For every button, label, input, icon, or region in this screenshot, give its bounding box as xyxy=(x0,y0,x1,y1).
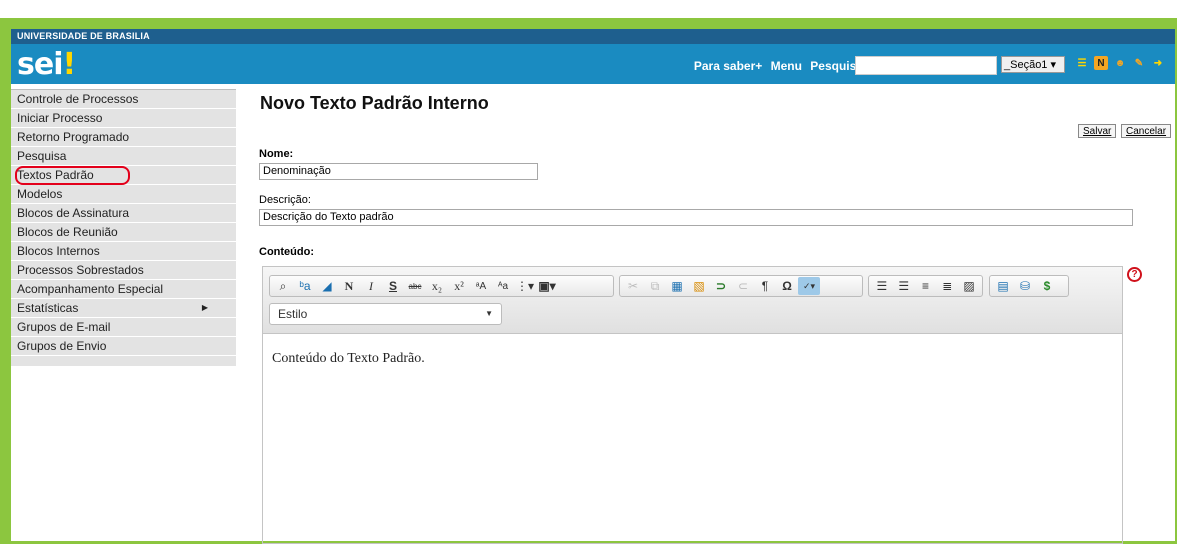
nome-label: Nome: xyxy=(259,148,294,160)
help-icon[interactable]: ? xyxy=(1127,267,1142,282)
sidebar-bottom xyxy=(11,356,236,366)
strikethrough-icon[interactable]: abc xyxy=(404,277,426,295)
editor-content[interactable]: Conteúdo do Texto Padrão. xyxy=(263,334,1122,384)
submenu-arrow-icon: ▶ xyxy=(201,303,208,312)
sidebar-item-blocos-de-reuniao[interactable]: Blocos de Reunião xyxy=(11,223,236,242)
sidebar-item-grupos-de-email[interactable]: Grupos de E-mail xyxy=(11,318,236,337)
logo-text: sei xyxy=(17,47,63,82)
frame-top xyxy=(0,18,1177,29)
spellcheck-icon[interactable]: ✓▾ xyxy=(798,277,820,295)
subscript-icon[interactable]: x₂ xyxy=(426,277,448,295)
sidebar-item-estatisticas[interactable]: Estatísticas ▶ xyxy=(11,299,236,318)
descricao-field[interactable]: Descrição do Texto padrão xyxy=(259,209,1133,226)
sidebar-item-label: Estatísticas xyxy=(17,301,79,315)
editor-toolbar: ⌕ ᵇa ◢ N I S abc x₂ x² ᵃA ᴬa ⋮▾ ▣▾ ✂ ⧉ ▦… xyxy=(263,267,1122,334)
sidebar-item-retorno-programado[interactable]: Retorno Programado xyxy=(11,128,236,147)
sidebar-item-modelos[interactable]: Modelos xyxy=(11,185,236,204)
uppercase-icon[interactable]: ᴬa xyxy=(492,277,514,295)
sidebar-item-blocos-de-assinatura[interactable]: Blocos de Assinatura xyxy=(11,204,236,223)
dollar-icon[interactable]: $ xyxy=(1036,277,1058,295)
user-icon[interactable]: ☻ xyxy=(1113,56,1127,70)
bold-icon[interactable]: N xyxy=(338,277,360,295)
sidebar-item-acompanhamento-especial[interactable]: Acompanhamento Especial xyxy=(11,280,236,299)
list-icon[interactable]: ☰ xyxy=(1075,56,1089,70)
search-input[interactable] xyxy=(855,56,997,75)
link-menu[interactable]: Menu xyxy=(771,59,802,73)
header-icons: ☰ N ☻ ✎ ➜ xyxy=(1075,56,1165,70)
remove-format-icon[interactable]: ◢ xyxy=(316,277,338,295)
color-icon[interactable]: ▣▾ xyxy=(536,277,558,295)
save-button[interactable]: Salvar xyxy=(1078,124,1117,138)
paste-word-icon[interactable]: ▧ xyxy=(688,277,710,295)
top-margin xyxy=(0,0,1177,18)
table-icon[interactable]: ⋮▾ xyxy=(514,277,536,295)
sei-logo[interactable]: sei! xyxy=(17,47,77,82)
redo-icon[interactable]: ⊂ xyxy=(732,277,754,295)
header-band: UNIVERSIDADE DE BRASILIA xyxy=(11,29,1175,44)
unit-select[interactable]: _Seção1 ▾ xyxy=(1001,56,1065,73)
cut-icon[interactable]: ✂ xyxy=(622,277,644,295)
page-title: Novo Texto Padrão Interno xyxy=(260,93,489,113)
paste-icon[interactable]: ▦ xyxy=(666,277,688,295)
link-para-saber[interactable]: Para saber+ xyxy=(694,59,762,73)
increase-indent-icon[interactable]: ≣ xyxy=(936,277,958,295)
toolbar-group-edit: ✂ ⧉ ▦ ▧ ⊃ ⊂ ¶ Ω ✓▾ xyxy=(619,275,863,297)
lowercase-icon[interactable]: ᵃA xyxy=(470,277,492,295)
notes-icon[interactable]: N xyxy=(1094,56,1108,70)
sidebar-item-pesquisa[interactable]: Pesquisa xyxy=(11,147,236,166)
chevron-down-icon: ▼ xyxy=(485,309,493,318)
toolbar-group-lists: ☰ ☰ ≡ ≣ ▨ xyxy=(868,275,983,297)
frame-left xyxy=(0,18,11,544)
copy-icon[interactable]: ⧉ xyxy=(644,277,666,295)
header-links: Para saber+ Menu Pesquisa xyxy=(689,59,863,73)
sidebar-item-textos-padrao[interactable]: Textos Padrão xyxy=(11,166,236,185)
exit-icon[interactable]: ➜ xyxy=(1151,56,1165,70)
nome-field[interactable]: Denominação xyxy=(259,163,538,180)
link-icon[interactable]: ⛁ xyxy=(1014,277,1036,295)
undo-icon[interactable]: ⊃ xyxy=(710,277,732,295)
style-dropdown[interactable]: Estilo ▼ xyxy=(269,303,502,325)
descricao-label: Descrição: xyxy=(259,194,311,206)
special-char-icon[interactable]: Ω xyxy=(776,277,798,295)
app-header: UNIVERSIDADE DE BRASILIA sei! Para saber… xyxy=(11,29,1175,84)
paragraph-icon[interactable]: ¶ xyxy=(754,277,776,295)
sidebar-item-controle-de-processos[interactable]: Controle de Processos xyxy=(11,90,236,109)
find-icon[interactable]: ⌕ xyxy=(272,277,294,295)
sidebar-menu: Controle de Processos Iniciar Processo R… xyxy=(11,89,236,366)
sidebar-item-iniciar-processo[interactable]: Iniciar Processo xyxy=(11,109,236,128)
logo-mark: ! xyxy=(62,47,77,82)
superscript-icon[interactable]: x² xyxy=(448,277,470,295)
sidebar-item-processos-sobrestados[interactable]: Processos Sobrestados xyxy=(11,261,236,280)
cancel-button[interactable]: Cancelar xyxy=(1121,124,1172,138)
organization-name: UNIVERSIDADE DE BRASILIA xyxy=(17,31,150,41)
tools-icon[interactable]: ✎ xyxy=(1132,56,1146,70)
conteudo-label: Conteúdo: xyxy=(259,246,314,258)
toolbar-group-format: ⌕ ᵇa ◢ N I S abc x₂ x² ᵃA ᴬa ⋮▾ ▣▾ xyxy=(269,275,614,297)
numbered-list-icon[interactable]: ☰ xyxy=(871,277,893,295)
bulleted-list-icon[interactable]: ☰ xyxy=(893,277,915,295)
sidebar-item-grupos-de-envio[interactable]: Grupos de Envio xyxy=(11,337,236,356)
style-dropdown-label: Estilo xyxy=(278,307,308,321)
decrease-indent-icon[interactable]: ≡ xyxy=(915,277,937,295)
sidebar-item-blocos-internos[interactable]: Blocos Internos xyxy=(11,242,236,261)
rich-text-editor: ⌕ ᵇa ◢ N I S abc x₂ x² ᵃA ᴬa ⋮▾ ▣▾ ✂ ⧉ ▦… xyxy=(262,266,1123,544)
template-icon[interactable]: ▤ xyxy=(992,277,1014,295)
image-icon[interactable]: ▨ xyxy=(958,277,980,295)
toolbar-group-extra: ▤ ⛁ $ xyxy=(989,275,1069,297)
italic-icon[interactable]: I xyxy=(360,277,382,295)
replace-icon[interactable]: ᵇa xyxy=(294,277,316,295)
underline-icon[interactable]: S xyxy=(382,277,404,295)
